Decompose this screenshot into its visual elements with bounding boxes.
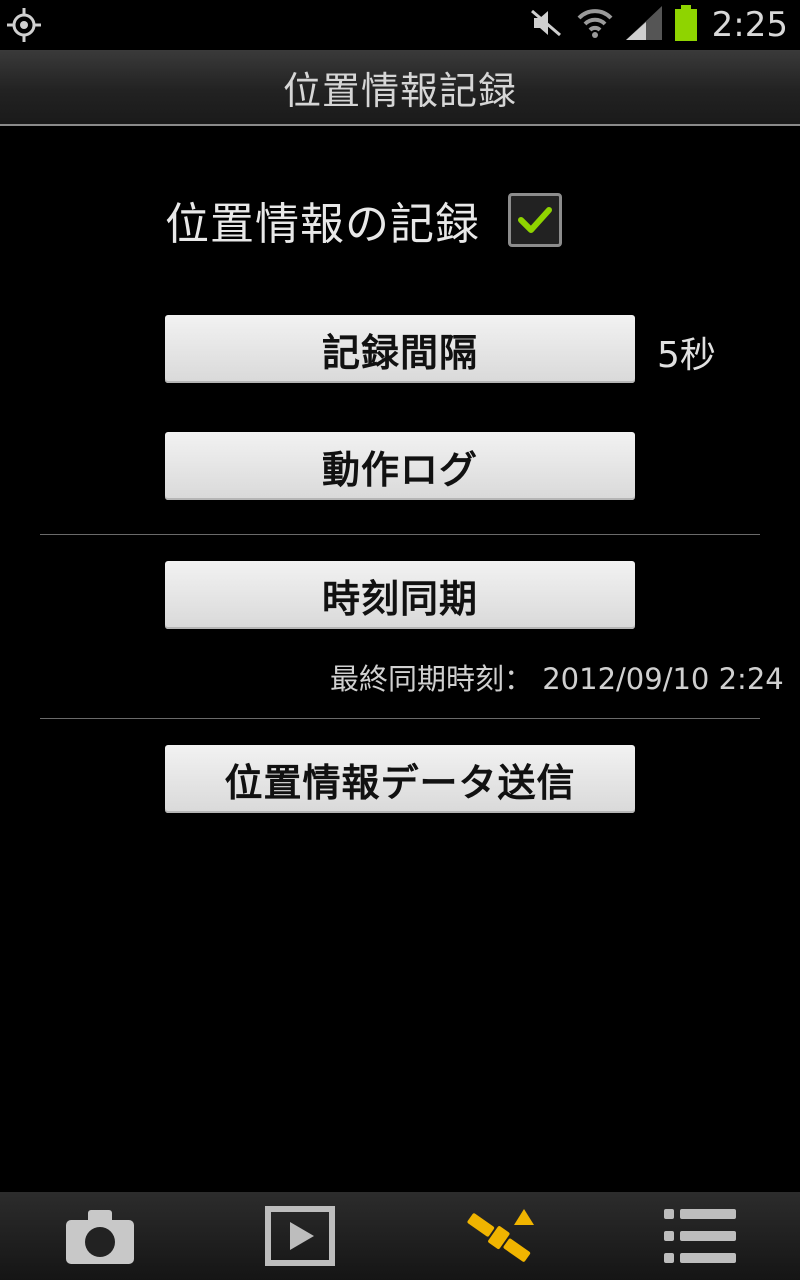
checkmark-icon [518,207,552,233]
camera-icon [66,1210,134,1264]
satellite-icon [467,1209,534,1262]
page-title: 位置情報記録 [282,68,517,113]
interval-button[interactable]: 記録間隔 [165,315,635,383]
divider [40,718,760,719]
wifi-icon [576,6,614,44]
log-button-label: 動作ログ [321,447,478,492]
gps-icon [6,7,42,43]
tab-camera[interactable] [0,1192,200,1280]
last-sync-label: 最終同期時刻： [330,662,534,696]
time-sync-button[interactable]: 時刻同期 [165,561,635,629]
interval-button-label: 記録間隔 [321,330,478,375]
log-button[interactable]: 動作ログ [165,432,635,500]
time-sync-button-label: 時刻同期 [321,576,478,621]
signal-icon [625,6,662,44]
bottom-nav [0,1192,800,1280]
title-bar: 位置情報記録 [0,50,800,126]
record-checkbox[interactable] [508,193,562,247]
play-icon [265,1206,335,1266]
last-sync-text: 最終同期時刻： 2012/09/10 2:24 [330,656,784,698]
send-button-label: 位置情報データ送信 [224,760,576,805]
interval-value: 5秒 [657,335,716,376]
tab-playback[interactable] [200,1192,400,1280]
tab-menu[interactable] [600,1192,800,1280]
menu-list-icon [664,1209,736,1263]
record-label: 位置情報の記録 [165,199,480,250]
last-sync-value: 2012/09/10 2:24 [542,662,784,696]
divider [40,534,760,535]
record-toggle-row: 位置情報の記録 [165,188,562,252]
tab-location[interactable] [400,1192,600,1280]
send-location-data-button[interactable]: 位置情報データ送信 [165,745,635,813]
mute-icon [530,8,564,42]
clock: 2:25 [711,5,788,45]
status-bar: 2:25 [0,0,800,50]
battery-icon [674,5,698,45]
